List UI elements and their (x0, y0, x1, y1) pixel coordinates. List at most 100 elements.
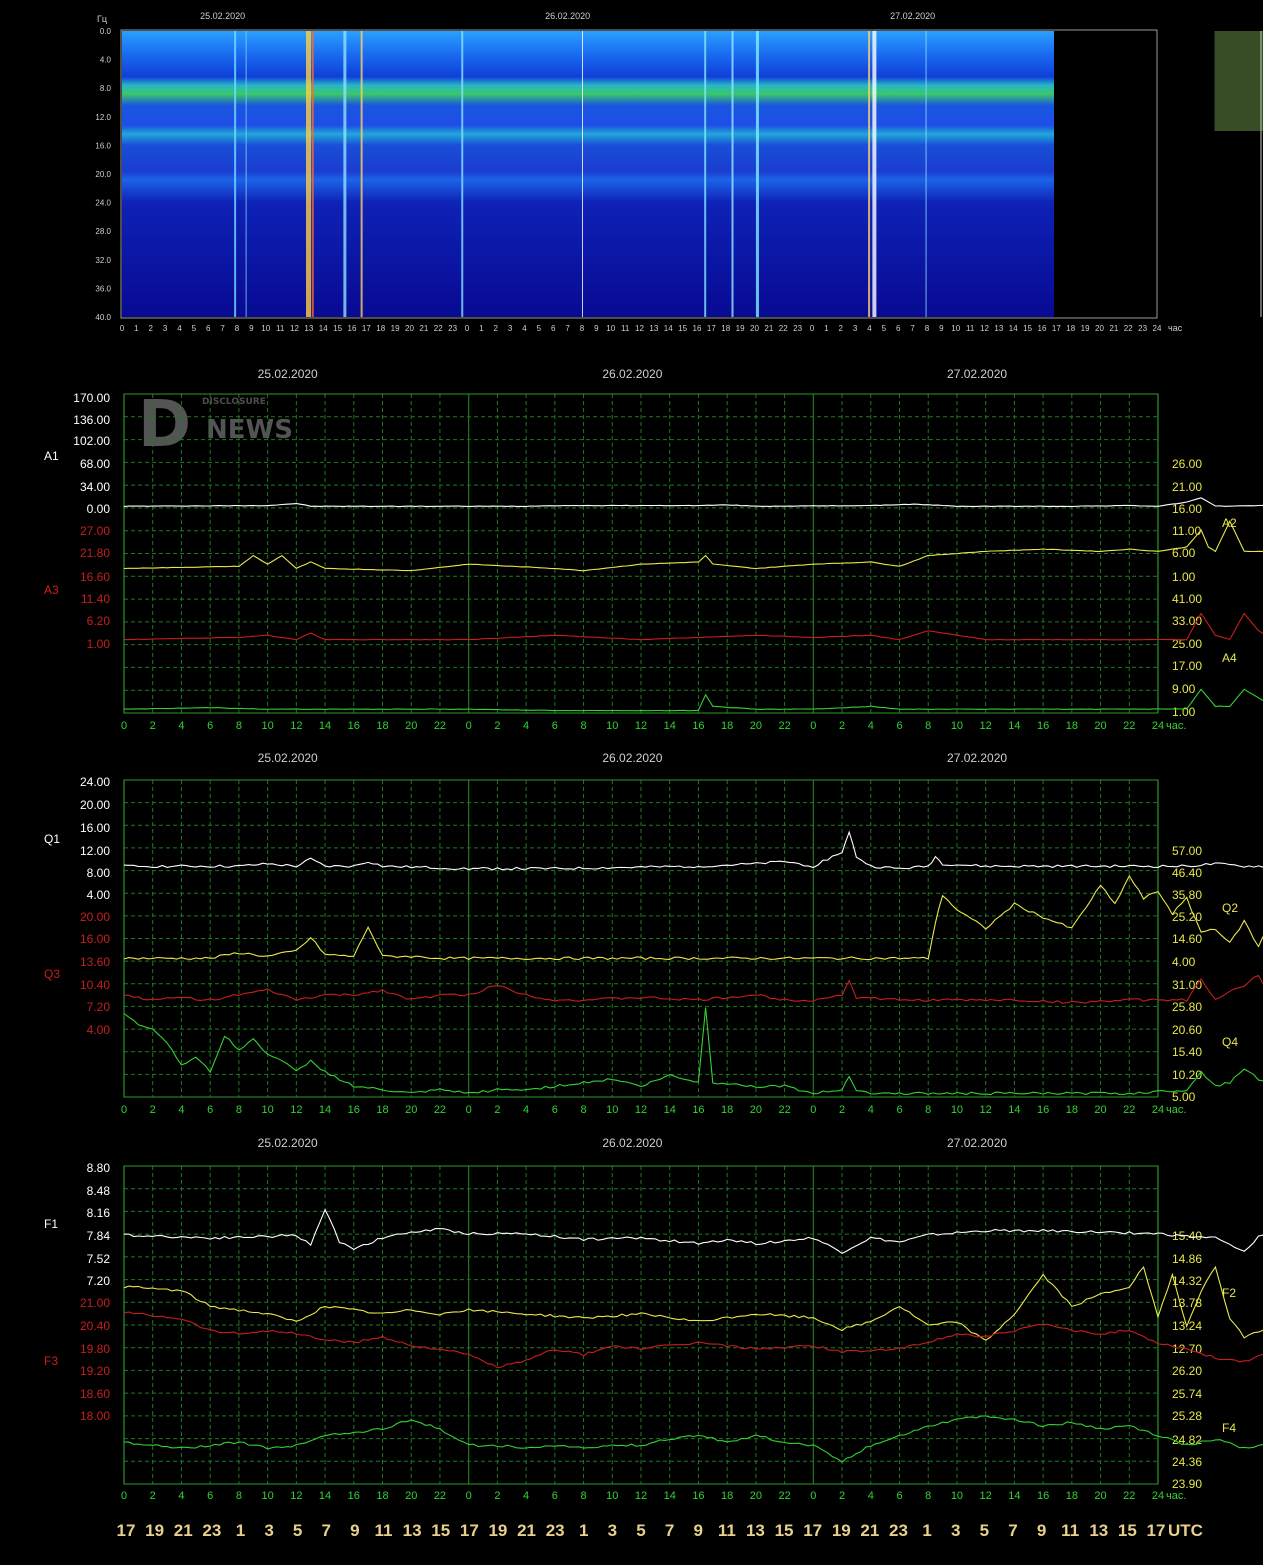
q-factor-chart: 25.02.2020 26.02.2020 27.02.20200 2 4 6 8 10 12 1… (44, 751, 1263, 1116)
spectrogram-y-tick: 4.0 (100, 56, 112, 65)
chart-x-tick: 18 (1066, 1490, 1078, 1502)
spectrogram-x-tick: 8 (925, 324, 930, 333)
spectrogram-x-tick: 6 (551, 324, 556, 333)
left-axis-tick: 1.00 (87, 637, 111, 651)
chart-date-label: 25.02.2020 (258, 1136, 318, 1150)
chart-x-tick: 0 (121, 720, 127, 732)
utc-hour-label: 19 (832, 1521, 851, 1540)
left-axis-tick: 19.80 (80, 1342, 110, 1356)
chart-x-tick: 4 (868, 720, 874, 732)
chart-x-tick: 8 (925, 720, 931, 732)
left-axis-tick: 4.00 (87, 888, 111, 902)
chart-x-tick: 2 (494, 1490, 500, 1502)
spectrogram-x-tick: 21 (419, 324, 428, 333)
series-line-q4 (123, 1007, 1263, 1096)
spectrogram-y-tick: 20.0 (95, 170, 111, 179)
utc-hour-label: 3 (951, 1521, 960, 1540)
spectrogram-x-tick: 6 (896, 324, 901, 333)
spectrogram-x-tick: 4 (867, 324, 872, 333)
series-name-label: F1 (44, 1217, 58, 1231)
spectrogram-x-tick: 8 (580, 324, 585, 333)
left-axis-tick: 13.60 (80, 955, 110, 969)
utc-hour-label: 3 (264, 1521, 273, 1540)
chart-x-tick: 6 (552, 720, 558, 732)
right-axis-tick: 17.00 (1172, 659, 1202, 673)
left-axis-tick: 20.00 (80, 798, 110, 812)
chart-x-tick: 22 (778, 1104, 790, 1116)
utc-hour-label: 11 (1061, 1521, 1079, 1540)
chart-x-tick: 22 (1123, 1104, 1135, 1116)
chart-x-tick: 16 (692, 1104, 704, 1116)
left-axis-tick: 16.00 (80, 932, 110, 946)
series-line-q3 (123, 974, 1263, 1004)
chart-x-tick: 12 (290, 1490, 302, 1502)
left-axis-tick: 7.52 (87, 1252, 111, 1266)
spectrogram-x-tick: 13 (649, 324, 658, 333)
left-axis-tick: 18.60 (80, 1387, 110, 1401)
chart-x-tick: 4 (523, 1104, 529, 1116)
utc-hour-label: 21 (174, 1521, 193, 1540)
spectrogram-x-tick: 19 (391, 324, 400, 333)
right-axis-tick: 11.00 (1172, 524, 1201, 538)
chart-x-tick: 14 (319, 720, 331, 732)
right-axis-tick: 33.00 (1172, 614, 1202, 628)
spectrogram-x-tick: 8 (235, 324, 240, 333)
spectrogram-x-tick: 6 (206, 324, 211, 333)
spectrogram-streak (461, 31, 464, 317)
spectrogram-x-tick: 11 (966, 324, 975, 333)
chart-x-tick: 20 (1094, 720, 1106, 732)
spectrogram-streak (582, 31, 583, 317)
spectrogram-y-unit: Гц (97, 14, 107, 24)
chart-x-tick: 12 (635, 720, 647, 732)
spectrogram-x-tick: 0 (465, 324, 470, 333)
spectrogram-y-tick: 8.0 (100, 84, 112, 93)
spectrogram-x-tick: 23 (1138, 324, 1147, 333)
spectrogram-streak (755, 31, 759, 317)
chart-x-tick: 2 (839, 720, 845, 732)
left-axis-tick: 8.00 (87, 866, 111, 880)
chart-x-tick: 20 (750, 1104, 762, 1116)
chart-x-tick: 6 (207, 1490, 213, 1502)
series-line-f3 (123, 1311, 1263, 1369)
spectrogram-panel: Гц 25.02.2020 26.02.2020 27.02.2020 0.0 4.0… (95, 11, 1263, 333)
chart-x-tick: 20 (405, 1490, 417, 1502)
series-line-q1 (123, 830, 1263, 871)
chart-x-tick: 4 (523, 1490, 529, 1502)
chart-x-tick: 0 (466, 1490, 472, 1502)
utc-hour-label: 1 (236, 1521, 245, 1540)
spectrogram-y-tick: 40.0 (95, 313, 111, 322)
utc-unit-label: UTC (1168, 1521, 1203, 1540)
right-axis-tick: 14.32 (1172, 1274, 1202, 1288)
spectrogram-x-tick: 5 (882, 324, 887, 333)
spectrogram-x-tick: 10 (606, 324, 615, 333)
chart-x-tick: 12 (635, 1490, 647, 1502)
chart-x-tick: 0 (121, 1490, 127, 1502)
right-axis-tick: 1.00 (1172, 570, 1196, 584)
series-name-label: Q4 (1222, 1035, 1238, 1049)
chart-x-tick: 2 (494, 1104, 500, 1116)
spectrogram-y-tick: 36.0 (95, 284, 111, 293)
spectrogram-y-tick: 32.0 (95, 256, 111, 265)
chart-x-tick: 18 (376, 1104, 388, 1116)
chart-x-tick: 6 (896, 1104, 902, 1116)
chart-x-tick: 22 (778, 1490, 790, 1502)
chart-x-tick: 4 (868, 1104, 874, 1116)
chart-date-label: 26.02.2020 (602, 751, 662, 765)
left-axis-tick: 16.60 (80, 570, 110, 584)
series-line-f4 (123, 1415, 1263, 1464)
spectrogram-x-tick: 18 (721, 324, 730, 333)
spectrogram-x-tick: 5 (537, 324, 542, 333)
chart-date-label: 27.02.2020 (947, 1136, 1007, 1150)
chart-x-tick: 0 (810, 720, 816, 732)
spectrogram-x-tick: 7 (220, 324, 225, 333)
spectrogram-x-tick: 23 (448, 324, 457, 333)
left-axis-tick: 136.00 (73, 413, 110, 427)
spectrogram-x-tick: 16 (1038, 324, 1047, 333)
utc-hour-label: 9 (693, 1521, 702, 1540)
frequency-chart: 25.02.2020 26.02.2020 27.02.20200 2 4 6 8 10 12 1… (44, 1136, 1263, 1502)
spectrogram-x-tick: 7 (910, 324, 915, 333)
left-axis-tick: 27.00 (80, 524, 110, 538)
spectrogram-x-tick: 3 (853, 324, 858, 333)
spectrogram-date-label: 27.02.2020 (890, 11, 935, 21)
spectrogram-x-tick: 12 (980, 324, 989, 333)
